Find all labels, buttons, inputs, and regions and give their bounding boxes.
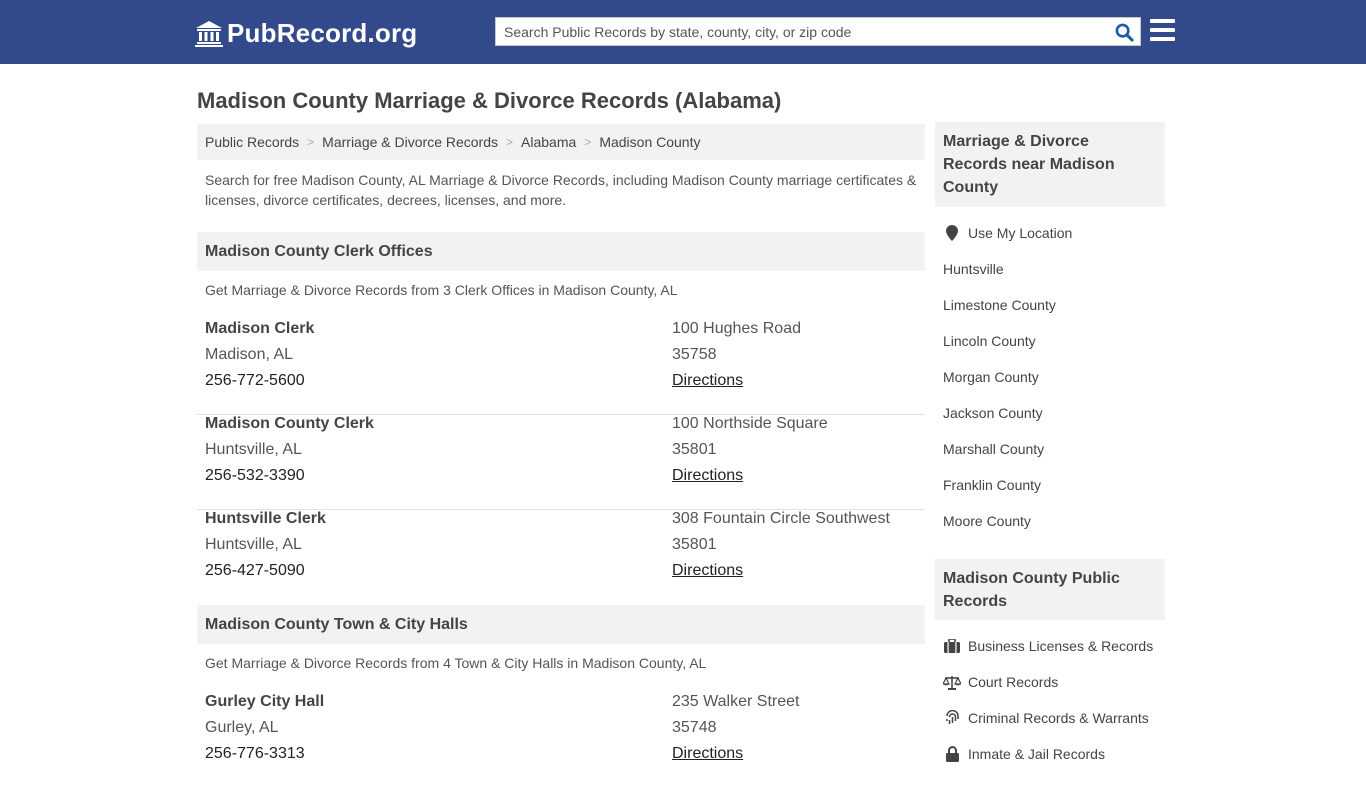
office-address: 100 Northside Square <box>672 415 828 432</box>
office-listing: Madison Clerk Madison, AL 256-772-5600 1… <box>197 320 925 415</box>
office-address: 235 Walker Street <box>672 693 800 710</box>
office-address: 308 Fountain Circle Southwest <box>672 510 890 527</box>
office-phone[interactable]: 256-772-5600 <box>205 372 305 390</box>
directions-link[interactable]: Directions <box>672 562 743 580</box>
criminal-records-label: Criminal Records & Warrants <box>968 710 1149 726</box>
clerk-offices-subtitle: Get Marriage & Divorce Records from 3 Cl… <box>205 282 678 298</box>
directions-link[interactable]: Directions <box>672 372 743 390</box>
breadcrumb-public-records[interactable]: Public Records <box>205 134 299 150</box>
office-city: Huntsville, AL <box>205 441 302 458</box>
nearby-records-heading: Marriage & Divorce Records near Madison … <box>935 122 1165 207</box>
clerk-offices-heading: Madison County Clerk Offices <box>197 232 925 271</box>
breadcrumb-separator: > <box>506 135 514 149</box>
use-my-location-label: Use My Location <box>968 225 1073 241</box>
nearby-link-huntsville[interactable]: Huntsville <box>943 261 1004 277</box>
court-records-link[interactable]: Court Records <box>943 674 1058 690</box>
nearby-link-jackson-county[interactable]: Jackson County <box>943 405 1043 421</box>
breadcrumb-madison-county[interactable]: Madison County <box>599 134 700 150</box>
nearby-link-marshall-county[interactable]: Marshall County <box>943 441 1044 457</box>
office-city: Madison, AL <box>205 346 294 363</box>
office-name: Huntsville Clerk <box>205 510 326 527</box>
nearby-link-morgan-county[interactable]: Morgan County <box>943 369 1039 385</box>
office-zip: 35748 <box>672 719 717 736</box>
top-navbar: PubRecord.org <box>0 0 1366 64</box>
lock-icon <box>943 746 961 762</box>
hamburger-menu-icon[interactable] <box>1150 19 1175 41</box>
nearby-link-moore-county[interactable]: Moore County <box>943 513 1031 529</box>
city-halls-subtitle: Get Marriage & Divorce Records from 4 To… <box>205 655 707 671</box>
office-name: Gurley City Hall <box>205 693 325 710</box>
inmate-records-label: Inmate & Jail Records <box>968 746 1105 762</box>
directions-link[interactable]: Directions <box>672 745 743 763</box>
office-phone[interactable]: 256-532-3390 <box>205 467 305 485</box>
office-phone[interactable]: 256-427-5090 <box>205 562 305 580</box>
office-zip: 35801 <box>672 536 717 553</box>
intro-text: Search for free Madison County, AL Marri… <box>205 172 917 208</box>
office-phone[interactable]: 256-776-3313 <box>205 745 305 763</box>
office-listing: Gurley City Hall Gurley, AL 256-776-3313… <box>197 693 925 788</box>
business-licenses-link[interactable]: Business Licenses & Records <box>943 638 1153 654</box>
public-records-heading: Madison County Public Records <box>935 559 1165 620</box>
office-city: Huntsville, AL <box>205 536 302 553</box>
inmate-records-link[interactable]: Inmate & Jail Records <box>943 746 1105 762</box>
search-button[interactable] <box>1114 22 1134 42</box>
office-address: 100 Hughes Road <box>672 320 801 337</box>
office-listing: Madison County Clerk Huntsville, AL 256-… <box>197 415 925 510</box>
office-name: Madison County Clerk <box>205 415 374 432</box>
map-marker-icon <box>943 225 961 241</box>
site-logo[interactable]: PubRecord.org <box>195 17 417 49</box>
criminal-records-link[interactable]: Criminal Records & Warrants <box>943 710 1149 726</box>
breadcrumb: Public Records > Marriage & Divorce Reco… <box>197 124 925 160</box>
fingerprint-icon <box>943 710 961 726</box>
nearby-link-limestone-county[interactable]: Limestone County <box>943 297 1056 313</box>
scales-icon <box>943 674 961 690</box>
breadcrumb-separator: > <box>584 135 592 149</box>
office-zip: 35758 <box>672 346 717 363</box>
office-city: Gurley, AL <box>205 719 279 736</box>
office-zip: 35801 <box>672 441 717 458</box>
search-box <box>495 17 1141 46</box>
briefcase-icon <box>943 638 961 654</box>
office-name: Madison Clerk <box>205 320 315 337</box>
business-licenses-label: Business Licenses & Records <box>968 638 1154 654</box>
page-title: Madison County Marriage & Divorce Record… <box>197 88 782 113</box>
directions-link[interactable]: Directions <box>672 467 743 485</box>
search-icon <box>1115 23 1134 42</box>
city-halls-heading: Madison County Town & City Halls <box>197 605 925 644</box>
courthouse-icon <box>195 21 223 47</box>
breadcrumb-alabama[interactable]: Alabama <box>521 134 576 150</box>
nearby-link-franklin-county[interactable]: Franklin County <box>943 477 1041 493</box>
office-listing: Huntsville Clerk Huntsville, AL 256-427-… <box>197 510 925 605</box>
breadcrumb-separator: > <box>307 135 315 149</box>
use-my-location-link[interactable]: Use My Location <box>943 225 1072 241</box>
breadcrumb-marriage-divorce[interactable]: Marriage & Divorce Records <box>322 134 498 150</box>
court-records-label: Court Records <box>968 674 1059 690</box>
search-input[interactable] <box>496 18 1106 45</box>
logo-text: PubRecord.org <box>227 17 418 48</box>
nearby-link-lincoln-county[interactable]: Lincoln County <box>943 333 1036 349</box>
